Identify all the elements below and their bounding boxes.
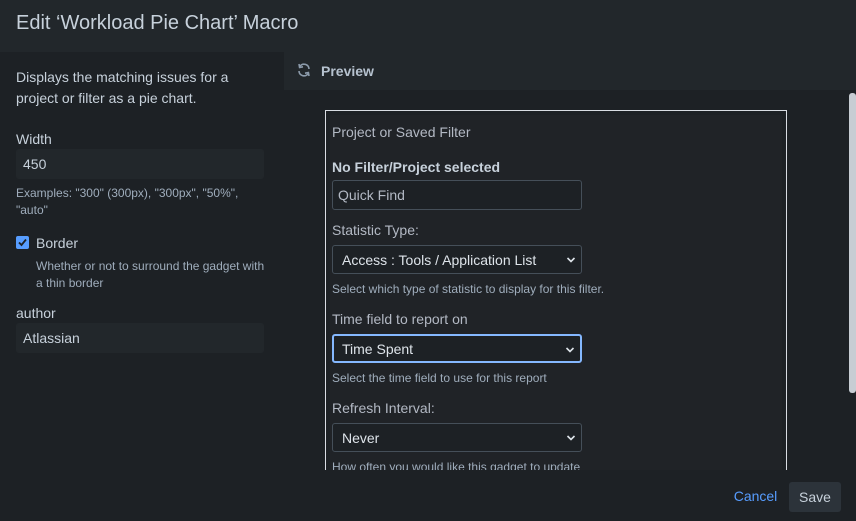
refresh-icon[interactable] xyxy=(296,62,312,78)
dialog-footer: Cancel Save xyxy=(0,470,856,521)
border-help-text: Whether or not to surround the gadget wi… xyxy=(36,259,265,290)
preview-panel: Preview Project or Saved Filter No Filte… xyxy=(284,52,856,480)
dialog-title: Edit ‘Workload Pie Chart’ Macro xyxy=(16,12,299,34)
cancel-button[interactable]: Cancel xyxy=(728,483,783,509)
width-help-text: Examples: "300" (300px), "300px", "50%",… xyxy=(16,186,239,217)
checkmark-icon xyxy=(18,238,27,247)
time-field-value: Time Spent xyxy=(342,341,414,357)
refresh-interval-label: Refresh Interval: xyxy=(332,400,435,416)
preview-title: Preview xyxy=(321,63,374,79)
chevron-down-icon xyxy=(566,435,576,441)
time-field-help: Select the time field to use for this re… xyxy=(332,371,547,385)
time-field-select[interactable]: Time Spent xyxy=(332,334,582,363)
scrollbar-thumb[interactable] xyxy=(849,93,856,393)
macro-parameters-panel: Displays the matching issues for a proje… xyxy=(0,52,284,470)
statistic-type-help: Select which type of statistic to displa… xyxy=(332,282,605,296)
time-field-label: Time field to report on xyxy=(332,311,468,327)
preview-scrollbar[interactable] xyxy=(848,90,856,470)
gadget-config-form: Project or Saved Filter No Filter/Projec… xyxy=(330,115,782,479)
author-field[interactable]: Atlassian xyxy=(16,323,264,353)
statistic-type-select[interactable]: Access : Tools / Application List xyxy=(332,245,582,274)
statistic-type-label: Statistic Type: xyxy=(332,222,419,238)
chevron-down-icon xyxy=(565,347,575,353)
no-filter-text: No Filter/Project selected xyxy=(332,159,501,175)
preview-header: Preview xyxy=(284,52,856,90)
width-field[interactable]: 450 xyxy=(16,149,264,179)
refresh-interval-value: Never xyxy=(342,430,380,446)
gadget-frame: Project or Saved Filter No Filter/Projec… xyxy=(325,110,787,480)
refresh-interval-select[interactable]: Never xyxy=(332,423,582,452)
save-button[interactable]: Save xyxy=(789,482,841,512)
macro-description: Displays the matching issues for a proje… xyxy=(16,69,229,106)
border-label: Border xyxy=(36,235,79,251)
width-label: Width xyxy=(16,131,52,147)
dialog-header: Edit ‘Workload Pie Chart’ Macro xyxy=(0,0,856,52)
statistic-type-value: Access : Tools / Application List xyxy=(342,252,537,268)
chevron-down-icon xyxy=(566,257,576,263)
filter-label: Project or Saved Filter xyxy=(332,124,471,140)
quick-find-input[interactable]: Quick Find xyxy=(332,180,582,210)
border-checkbox[interactable] xyxy=(16,236,29,249)
author-label: author xyxy=(16,305,56,321)
preview-body: Project or Saved Filter No Filter/Projec… xyxy=(284,90,856,480)
